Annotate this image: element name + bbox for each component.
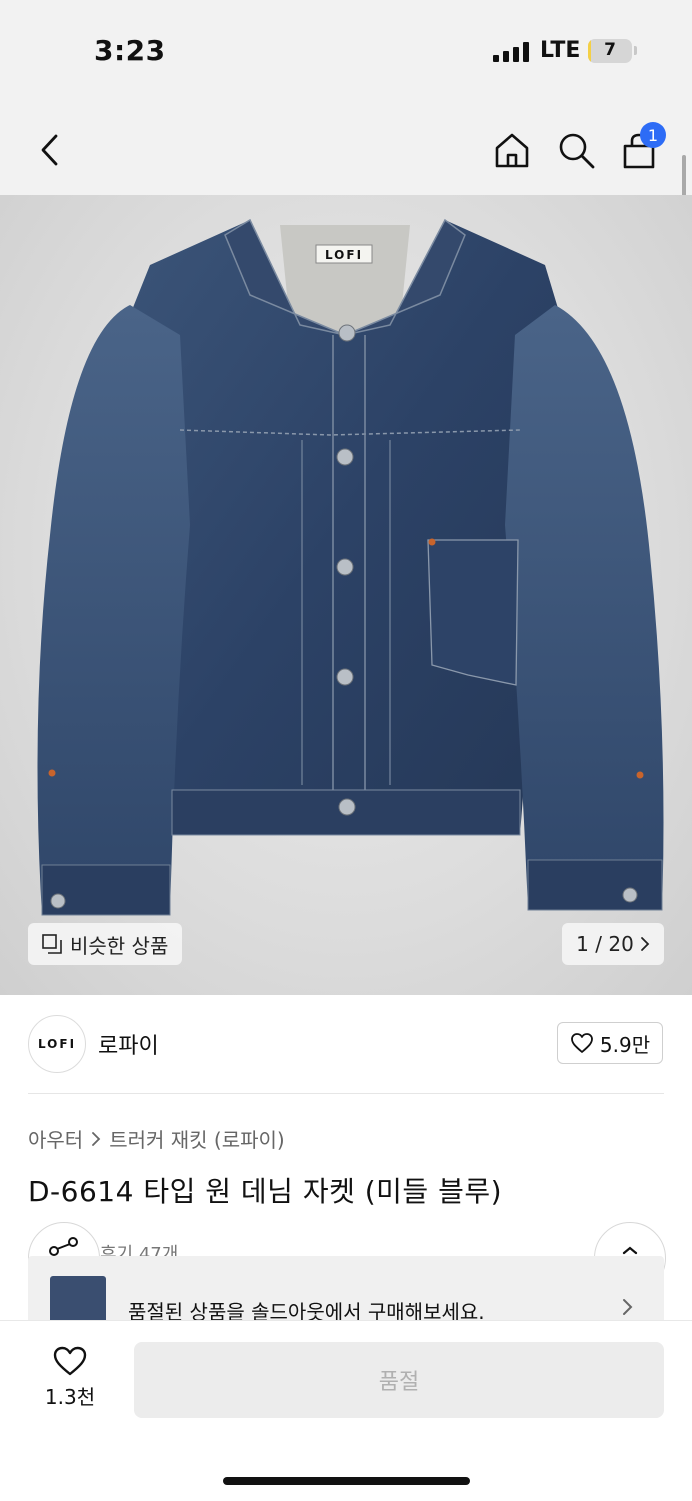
- home-button[interactable]: [490, 128, 534, 172]
- battery-icon: 7: [588, 39, 632, 63]
- similar-products-label: 비슷한 상품: [70, 933, 169, 958]
- battery-cap: [634, 46, 637, 55]
- divider: [28, 1093, 664, 1094]
- status-bar: 3:23 LTE 7: [0, 0, 692, 100]
- overlapping-squares-icon: [42, 934, 62, 954]
- breadcrumb-category[interactable]: 아우터: [28, 1124, 83, 1153]
- home-icon: [495, 133, 529, 168]
- heart-icon: [53, 1346, 87, 1376]
- wishlist-count: 1.3천: [44, 1385, 96, 1409]
- soldout-product-thumbnail: [50, 1276, 106, 1320]
- soldout-purchase-button[interactable]: 품절: [134, 1342, 664, 1418]
- search-button[interactable]: [554, 128, 598, 172]
- heart-icon: [570, 1033, 593, 1053]
- jacket-brand-label: LOFI: [325, 248, 363, 262]
- search-icon: [559, 133, 595, 169]
- signal-icon: [493, 42, 529, 62]
- cart-count-badge: 1: [640, 122, 666, 148]
- image-page-counter[interactable]: 1 / 20: [562, 923, 664, 965]
- soldout-banner-text: 품절된 상품을 솔드아웃에서 구매해보세요.: [128, 1300, 485, 1320]
- chevron-right-icon: [640, 937, 650, 951]
- breadcrumb-subcategory[interactable]: 트러커 재킷 (로파이): [109, 1124, 285, 1153]
- network-label: LTE: [540, 38, 581, 63]
- status-time: 3:23: [94, 34, 166, 67]
- brand-like-button[interactable]: 5.9만: [557, 1022, 663, 1064]
- back-button[interactable]: [32, 130, 68, 170]
- brand-like-count: 5.9만: [599, 1032, 651, 1057]
- chevron-right-icon: [623, 1299, 633, 1315]
- brand-name[interactable]: 로파이: [98, 1028, 159, 1060]
- chevron-right-icon: [92, 1131, 101, 1146]
- page-counter-label: 1 / 20: [576, 932, 634, 956]
- brand-logo[interactable]: LOFI: [28, 1015, 86, 1073]
- breadcrumb: 아우터 트러커 재킷 (로파이): [28, 1124, 285, 1153]
- product-title: D-6614 타입 원 데님 자켓 (미들 블루): [28, 1175, 503, 1208]
- product-image[interactable]: LOFI: [0, 195, 692, 995]
- wishlist-button[interactable]: 1.3천: [38, 1345, 102, 1415]
- chevron-left-icon: [41, 134, 58, 166]
- battery-level: 7: [604, 40, 616, 60]
- soldout-banner[interactable]: 품절된 상품을 솔드아웃에서 구매해보세요.: [28, 1256, 664, 1320]
- denim-jacket-image: LOFI: [37, 218, 664, 916]
- cart-button[interactable]: 1: [618, 122, 666, 172]
- similar-products-button[interactable]: 비슷한 상품: [28, 923, 183, 965]
- top-nav: 1: [0, 100, 692, 195]
- home-indicator[interactable]: [223, 1477, 470, 1485]
